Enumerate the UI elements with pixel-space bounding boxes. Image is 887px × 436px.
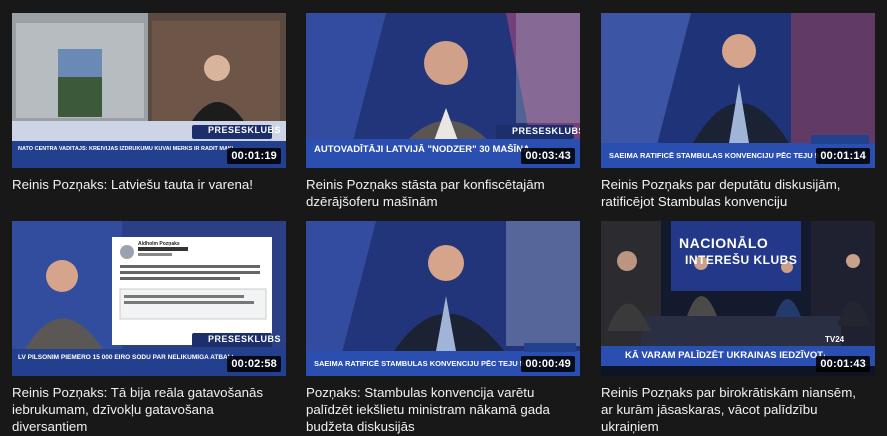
- show-logo: PRESESKLUBS: [208, 125, 282, 135]
- video-thumbnail[interactable]: NACIONĀLO INTEREŠU KLUBS TV24 KĀ VARAM P…: [601, 221, 875, 376]
- video-title[interactable]: Pozņaks: Stambulas konvencija varētu pal…: [306, 384, 576, 435]
- lower-third-text: SAEIMA RATIFICĒ STAMBULAS KONVENCIJU PĒC…: [314, 359, 524, 368]
- video-thumbnail[interactable]: SAEIMA RATIFICĒ STAMBULAS KONVENCIJU PĒC…: [306, 221, 580, 376]
- video-duration: 00:01:19: [227, 148, 281, 164]
- video-duration: 00:00:49: [521, 356, 575, 372]
- video-title[interactable]: Reinis Pozņaks: Tā bija reāla gatavošanā…: [12, 384, 282, 435]
- video-title[interactable]: Reinis Pozņaks par deputātu diskusijām, …: [601, 176, 871, 210]
- video-card[interactable]: SAEIMA RATIFICĒ STAMBULAS KONVENCIJU PĒC…: [306, 221, 580, 435]
- video-duration: 00:03:43: [521, 148, 575, 164]
- video-title[interactable]: Reinis Pozņaks par birokrātiskām niansēm…: [601, 384, 871, 435]
- show-logo: PRESESKLUBS: [512, 126, 580, 136]
- video-duration: 00:02:58: [227, 356, 281, 372]
- video-title[interactable]: Reinis Pozņaks: Latviešu tauta ir varena…: [12, 176, 282, 193]
- lower-third-text: NATO CENTRA VADĪTĀJS: KREIVIJAS IZDRUKUM…: [18, 146, 233, 152]
- video-title[interactable]: Reinis Pozņaks stāsta par konfiscētajām …: [306, 176, 576, 210]
- video-card[interactable]: Aldholm Pozņaks PRESESKLUBS LV PILSONIM …: [12, 221, 286, 435]
- lower-third-text: KĀ VARAM PALĪDZĒT UKRAINAS IEDZĪVOTĀJIEM: [625, 350, 825, 361]
- channel-tag: TV24: [825, 335, 845, 344]
- video-card[interactable]: PRESESKLUBS AUTOVADĪTĀJI LATVIJĀ "NODZER…: [306, 13, 580, 210]
- lower-third-text: AUTOVADĪTĀJI LATVIJĀ "NODZER" 30 MAŠĪNAS…: [314, 144, 529, 155]
- video-thumbnail[interactable]: SAEIMA RATIFICĒ STAMBULAS KONVENCIJU PĒC…: [601, 13, 875, 168]
- video-thumbnail[interactable]: Aldholm Pozņaks PRESESKLUBS LV PILSONIM …: [12, 221, 286, 376]
- video-card[interactable]: NACIONĀLO INTEREŠU KLUBS TV24 KĀ VARAM P…: [601, 221, 875, 435]
- show-logo: PRESESKLUBS: [208, 334, 282, 344]
- lower-third-text: SAEIMA RATIFICĒ STAMBULAS KONVENCIJU PĒC…: [609, 151, 819, 160]
- lower-third-text: LV PILSONIM PIEMĒRO 15 000 EIRO SODU PAR…: [18, 354, 233, 361]
- video-duration: 00:01:14: [816, 148, 870, 164]
- video-card[interactable]: SAEIMA RATIFICĒ STAMBULAS KONVENCIJU PĒC…: [601, 13, 875, 210]
- post-author: Aldholm Pozņaks: [138, 241, 180, 247]
- studio-sign-line-1: NACIONĀLO: [679, 235, 769, 251]
- video-card[interactable]: PRESESKLUBS NATO CENTRA VADĪTĀJS: KREIVI…: [12, 13, 286, 193]
- video-thumbnail[interactable]: PRESESKLUBS AUTOVADĪTĀJI LATVIJĀ "NODZER…: [306, 13, 580, 168]
- video-duration: 00:01:43: [816, 356, 870, 372]
- video-thumbnail[interactable]: PRESESKLUBS NATO CENTRA VADĪTĀJS: KREIVI…: [12, 13, 286, 168]
- studio-sign-line-2: INTEREŠU KLUBS: [685, 253, 798, 267]
- video-grid: PRESESKLUBS NATO CENTRA VADĪTĀJS: KREIVI…: [0, 0, 887, 436]
